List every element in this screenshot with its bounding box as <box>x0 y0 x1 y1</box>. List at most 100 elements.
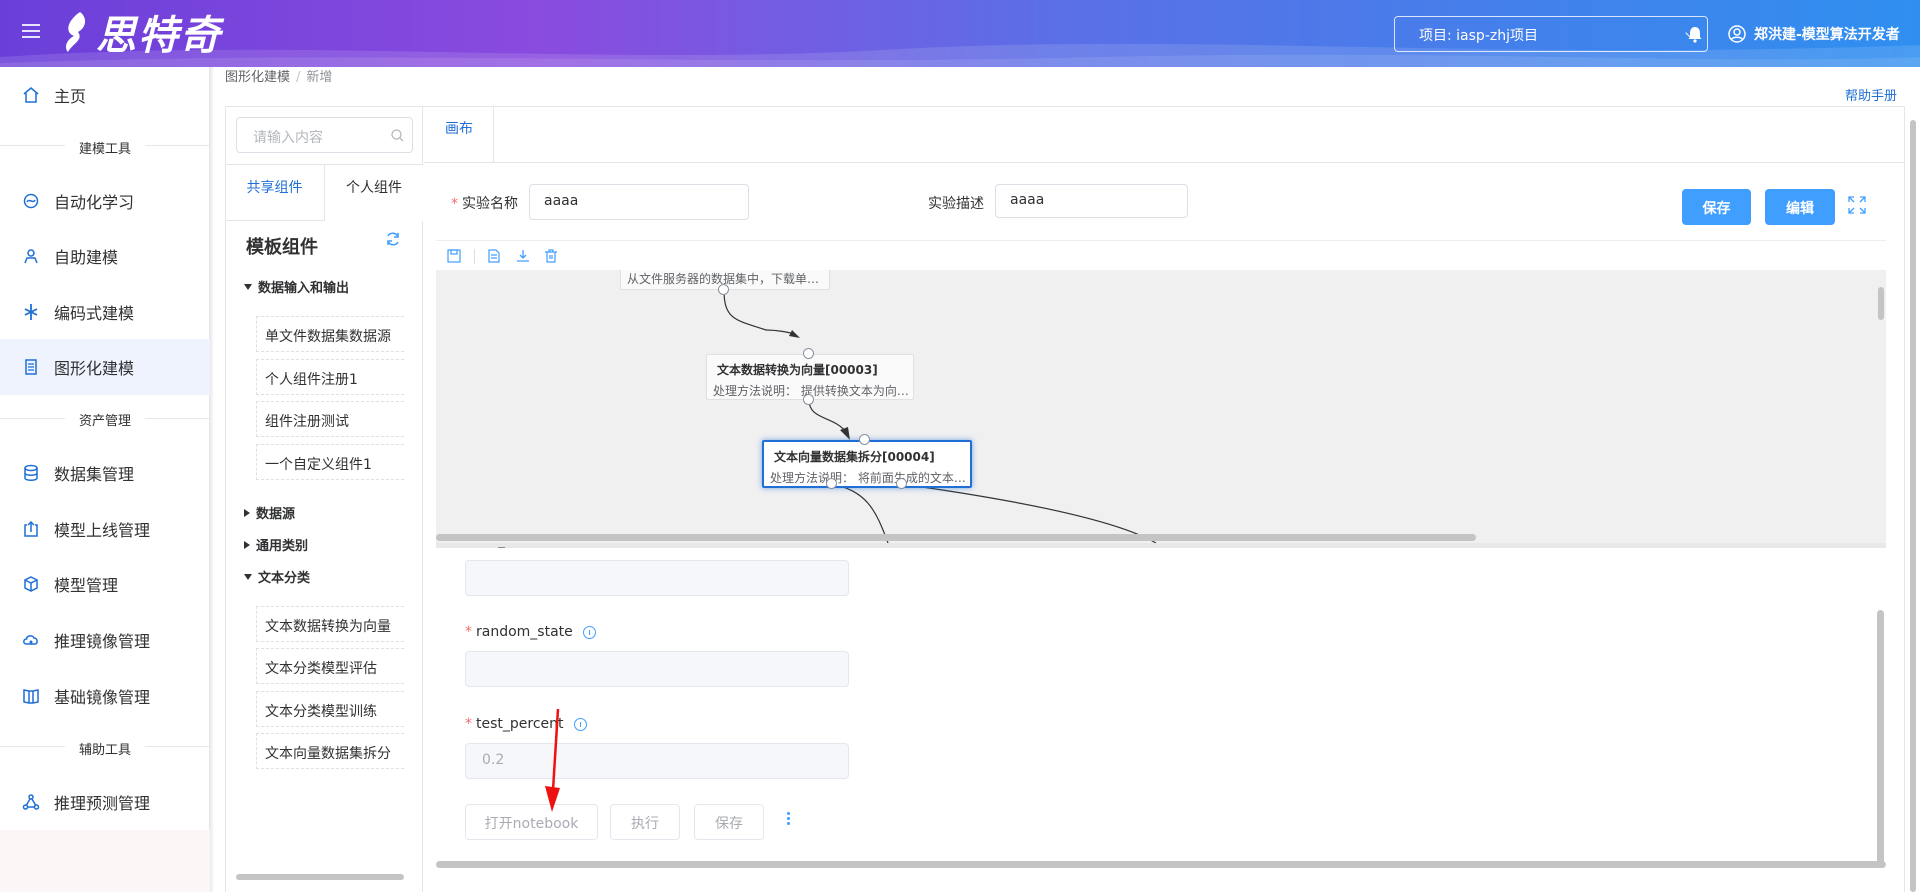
edge-line <box>765 329 795 335</box>
delete-icon[interactable] <box>544 249 558 263</box>
component-item[interactable]: 文本数据转换为向量 <box>256 606 404 642</box>
panel-horizontal-scrollbar[interactable] <box>236 874 404 880</box>
graph-vertical-scrollbar[interactable] <box>1878 287 1884 320</box>
param-input-test-percent[interactable]: 0.2 <box>465 743 849 779</box>
info-icon[interactable] <box>582 625 596 639</box>
sidebar-item-label: 模型上线管理 <box>54 521 151 540</box>
book-icon <box>23 689 39 704</box>
help-manual-link[interactable]: 帮助手册 <box>1845 85 1897 104</box>
template-components-title: 模板组件 <box>246 237 318 258</box>
component-item[interactable]: 组件注册测试 <box>256 401 404 437</box>
info-icon[interactable] <box>573 717 587 731</box>
sidebar-item-datasets[interactable]: 数据集管理 <box>0 445 210 501</box>
caret-right-icon <box>244 540 250 549</box>
sidebar-item-code-modeling[interactable]: 编码式建模 <box>0 284 210 340</box>
project-select[interactable]: 项目: iasp-zhj项目 <box>1394 16 1708 52</box>
node-port[interactable] <box>803 348 814 359</box>
caret-right-icon <box>244 508 250 517</box>
sidebar-item-home[interactable]: 主页 <box>0 67 210 123</box>
sidebar-shadow <box>210 67 214 892</box>
params-vertical-scrollbar[interactable] <box>1877 610 1884 865</box>
sidebar-item-label: 自助建模 <box>54 248 119 267</box>
sidebar-item-label: 主页 <box>54 87 87 106</box>
upload-icon <box>24 520 38 537</box>
page-vertical-scrollbar[interactable] <box>1910 120 1916 892</box>
sidebar: 主页 建模工具 自动化学习 自助建模 编码式建模 图形化建模 资产管理 数据集管… <box>0 67 210 892</box>
tree-group-datasource[interactable]: 数据源 <box>244 503 295 522</box>
brand-logo: 思特奇 <box>58 8 222 59</box>
component-item[interactable]: 文本分类模型评估 <box>256 648 404 684</box>
component-item[interactable]: 单文件数据集数据源 <box>256 316 404 352</box>
node-port[interactable] <box>718 284 729 295</box>
node-port[interactable] <box>803 394 814 405</box>
user-menu[interactable]: 郑洪建-模型算法开发者 <box>1728 24 1900 44</box>
search-icon[interactable] <box>391 129 404 142</box>
experiment-desc-textarea[interactable]: aaaa <box>995 184 1188 218</box>
bell-icon[interactable] <box>1687 26 1703 43</box>
sidebar-item-label: 自动化学习 <box>54 193 135 212</box>
project-select-value: 项目: iasp-zhj项目 <box>1419 28 1538 44</box>
breadcrumb-root[interactable]: 图形化建模 <box>225 70 290 85</box>
graph-canvas[interactable]: 从文件服务器的数据集中，下载单… 文本数据转换为向量[00003] 处理方法说明… <box>436 270 1886 543</box>
node-port[interactable] <box>826 478 837 489</box>
user-avatar-icon <box>1728 25 1746 43</box>
top-header: 思特奇 项目: iasp-zhj项目 郑洪建-模型算法开发者 <box>0 0 1920 67</box>
tree-group-label: 文本分类 <box>258 571 311 586</box>
tree-group-label: 数据输入和输出 <box>258 281 350 296</box>
logo-mark-icon <box>66 12 86 52</box>
component-search-input[interactable]: 请输入内容 <box>236 117 413 153</box>
param-input-random-state[interactable] <box>465 651 849 687</box>
node-port[interactable] <box>896 478 907 489</box>
refresh-icon[interactable] <box>385 231 401 247</box>
sidebar-item-model-management[interactable]: 模型管理 <box>0 556 210 612</box>
sidebar-item-self-modeling[interactable]: 自助建模 <box>0 228 210 284</box>
tab-canvas[interactable]: 画布 <box>424 106 494 163</box>
sidebar-item-model-deploy[interactable]: 模型上线管理 <box>0 501 210 557</box>
save-icon[interactable] <box>447 249 461 263</box>
toolbar-divider <box>474 249 475 264</box>
cloud-icon <box>23 635 38 645</box>
tree-group-label: 通用类别 <box>256 539 309 554</box>
tab-personal-components[interactable]: 个人组件 <box>324 165 423 221</box>
logo-text: 思特奇 <box>96 12 222 59</box>
download-icon[interactable] <box>516 249 530 263</box>
more-options-icon[interactable] <box>787 812 791 828</box>
sidebar-item-automl[interactable]: 自动化学习 <box>0 173 210 229</box>
edge-line <box>723 289 767 331</box>
component-item[interactable]: 文本向量数据集拆分 <box>256 733 404 769</box>
graph-toolbar <box>436 240 1886 270</box>
tree-group-general[interactable]: 通用类别 <box>244 535 308 554</box>
sidebar-item-graph-modeling[interactable]: 图形化建模 <box>0 339 210 395</box>
breadcrumb-current: 新增 <box>306 70 333 85</box>
sidebar-item-base-images[interactable]: 基础镜像管理 <box>0 668 210 724</box>
breadcrumb-separator: / <box>296 70 301 85</box>
sidebar-item-inference-prediction[interactable]: 推理预测管理 <box>0 774 210 830</box>
experiment-name-input[interactable]: aaaa <box>529 184 749 220</box>
edge-arrowhead <box>840 427 850 440</box>
tree-group-text-classification[interactable]: 文本分类 <box>244 567 310 586</box>
edit-button[interactable]: 编辑 <box>1765 189 1835 225</box>
param-input-partial[interactable] <box>465 560 849 596</box>
param-save-button[interactable]: 保存 <box>694 804 764 840</box>
network-icon <box>22 794 40 810</box>
graph-horizontal-scrollbar[interactable] <box>436 534 1476 541</box>
graph-node-selected[interactable]: 文本向量数据集拆分[00004] 处理方法说明： 将前面生成的文本… <box>762 440 972 488</box>
save-button[interactable]: 保存 <box>1682 189 1751 225</box>
component-item[interactable]: 个人组件注册1 <box>256 359 404 395</box>
editor-horizontal-scrollbar[interactable] <box>436 861 1886 868</box>
graph-node[interactable]: 文本数据转换为向量[00003] 处理方法说明： 提供转换文本为向… <box>706 354 914 400</box>
tree-group-io[interactable]: 数据输入和输出 <box>244 277 349 296</box>
experiment-name-label: * 实验名称 <box>451 196 518 212</box>
menu-toggle-icon[interactable] <box>22 24 40 40</box>
run-button[interactable]: 执行 <box>610 804 680 840</box>
component-item[interactable]: 一个自定义组件1 <box>256 444 404 480</box>
file-icon[interactable] <box>487 249 501 263</box>
node-port[interactable] <box>859 434 870 445</box>
sidebar-item-inference-images[interactable]: 推理镜像管理 <box>0 612 210 668</box>
open-notebook-button[interactable]: 打开notebook <box>465 804 598 840</box>
tab-shared-components[interactable]: 共享组件 <box>225 165 324 221</box>
caret-down-icon <box>244 573 252 580</box>
fullscreen-icon[interactable] <box>1848 196 1866 214</box>
experiment-desc-label: 实验描述 <box>928 196 984 212</box>
component-item[interactable]: 文本分类模型训练 <box>256 691 404 727</box>
